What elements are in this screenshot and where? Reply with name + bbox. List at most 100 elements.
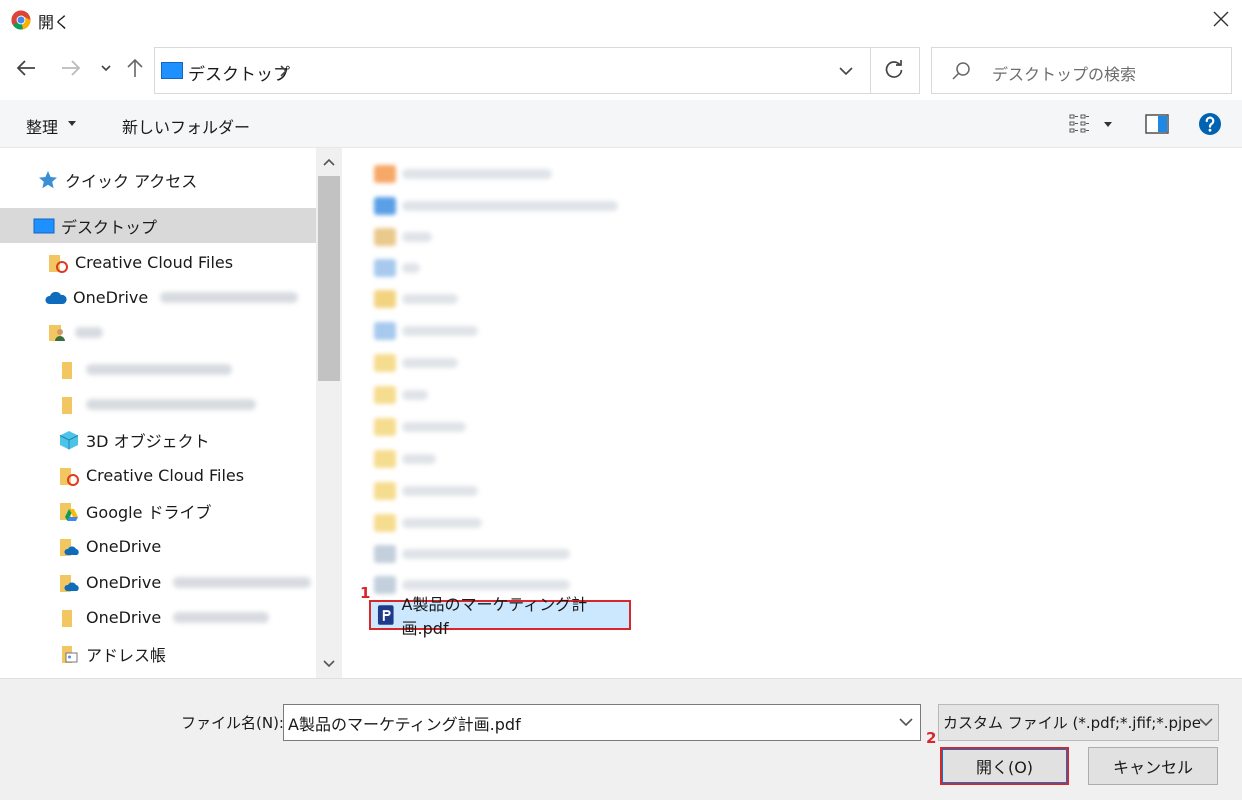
blurred-account-text xyxy=(173,577,312,588)
file-type-select[interactable]: カスタム ファイル (*.pdf;*.jfif;*.pjpe xyxy=(938,704,1219,741)
folder-icon xyxy=(62,361,72,379)
blurred-file-name xyxy=(402,486,478,496)
forward-button[interactable] xyxy=(57,54,85,82)
list-item[interactable] xyxy=(374,478,478,504)
folder-icon xyxy=(374,418,396,436)
list-item[interactable] xyxy=(374,224,432,250)
cancel-button[interactable]: キャンセル xyxy=(1088,747,1218,785)
chevron-down-icon[interactable] xyxy=(896,712,916,732)
list-item[interactable] xyxy=(374,350,458,376)
onedrive-folder-icon xyxy=(60,538,79,556)
cancel-button-label: キャンセル xyxy=(1112,758,1193,777)
help-icon[interactable] xyxy=(1198,112,1222,136)
address-location[interactable]: デスクトップ xyxy=(188,60,290,85)
tree-item-onedrive[interactable]: OneDrive xyxy=(0,600,316,635)
folder-icon xyxy=(374,354,396,372)
navigation-scrollbar[interactable] xyxy=(316,148,342,678)
tree-item-user-folder[interactable] xyxy=(0,315,316,350)
tree-item-label: OneDrive xyxy=(86,537,162,556)
network-icon xyxy=(374,322,396,340)
image-file-icon xyxy=(374,576,396,594)
tree-item-folder[interactable] xyxy=(0,352,316,387)
contacts-folder-icon xyxy=(62,645,78,663)
chevron-right-icon[interactable] xyxy=(277,62,291,80)
creative-cloud-folder-icon xyxy=(374,165,396,183)
recent-locations-button[interactable] xyxy=(92,54,120,82)
list-item[interactable] xyxy=(374,193,618,219)
command-bar: 整理 新しいフォルダー xyxy=(0,100,1242,148)
onedrive-cloud-icon xyxy=(374,197,396,215)
scrollbar-thumb[interactable] xyxy=(318,176,340,381)
tree-item-folder[interactable] xyxy=(0,387,316,422)
tree-item-label: アドレス帳 xyxy=(86,645,167,665)
navigation-row: デスクトップ デスクトップの検索 xyxy=(0,40,1242,100)
scroll-up-icon[interactable] xyxy=(322,156,336,170)
desktop-icon xyxy=(161,62,183,79)
blurred-file-name xyxy=(402,263,420,273)
search-box[interactable]: デスクトップの検索 xyxy=(931,47,1232,94)
window-title: 開く xyxy=(38,13,71,32)
user-folder-icon xyxy=(374,228,396,246)
tree-item-creative-cloud[interactable]: Creative Cloud Files xyxy=(0,245,316,280)
3d-objects-icon xyxy=(59,430,79,449)
address-dropdown-icon[interactable] xyxy=(836,61,856,81)
preview-pane-icon[interactable] xyxy=(1145,114,1169,134)
google-drive-folder-icon xyxy=(60,502,78,521)
tree-item-onedrive[interactable]: OneDrive xyxy=(0,529,316,564)
forward-arrow-icon xyxy=(62,60,81,76)
scroll-down-icon[interactable] xyxy=(322,656,336,670)
open-button[interactable]: 開く(O) xyxy=(940,747,1069,785)
chevron-down-icon[interactable] xyxy=(1196,712,1216,732)
blurred-file-name xyxy=(402,201,618,211)
folder-icon xyxy=(374,482,396,500)
tree-item-contacts[interactable]: アドレス帳 xyxy=(0,636,316,671)
close-icon[interactable] xyxy=(1208,6,1234,32)
blurred-account-text xyxy=(160,292,299,303)
blurred-folder-name xyxy=(86,399,256,410)
file-type-value: カスタム ファイル (*.pdf;*.jfif;*.pjpe xyxy=(943,714,1201,732)
list-item[interactable] xyxy=(374,161,552,187)
up-button[interactable] xyxy=(121,54,149,82)
list-item[interactable] xyxy=(374,255,420,281)
list-item[interactable] xyxy=(374,414,466,440)
tree-item-onedrive[interactable]: OneDrive xyxy=(0,280,316,315)
desktop-icon xyxy=(33,218,55,233)
image-file-icon xyxy=(374,545,396,563)
user-folder-icon xyxy=(49,324,65,341)
tree-item-label: 3D オブジェクト xyxy=(86,431,210,451)
tree-item-desktop[interactable]: デスクトップ xyxy=(0,208,316,243)
dialog-footer: ファイル名(N): A製品のマーケティング計画.pdf カスタム ファイル (*… xyxy=(0,678,1242,800)
list-item[interactable] xyxy=(374,446,436,472)
tree-item-3d-objects[interactable]: 3D オブジェクト xyxy=(0,422,316,457)
list-item[interactable] xyxy=(374,382,428,408)
address-bar[interactable]: デスクトップ xyxy=(154,47,920,94)
address-divider xyxy=(870,48,871,93)
tree-item-onedrive[interactable]: OneDrive xyxy=(0,565,316,600)
open-button-label: 開く(O) xyxy=(975,758,1034,777)
new-folder-button[interactable]: 新しいフォルダー xyxy=(122,114,250,138)
caret-down-icon[interactable] xyxy=(68,121,76,126)
search-input[interactable]: デスクトップの検索 xyxy=(992,61,1136,85)
refresh-icon[interactable] xyxy=(883,59,905,81)
library-folder-icon xyxy=(374,290,396,308)
blurred-file-name xyxy=(402,294,458,304)
selected-file-item[interactable]: A製品のマーケティング計画.pdf xyxy=(369,595,631,638)
tree-item-google-drive[interactable]: Google ドライブ xyxy=(0,493,316,528)
organize-button[interactable]: 整理 xyxy=(26,114,58,138)
onedrive-cloud-icon xyxy=(45,291,67,304)
tree-item-creative-cloud[interactable]: Creative Cloud Files xyxy=(0,458,316,493)
tree-item-quick-access[interactable]: クイック アクセス xyxy=(0,162,316,197)
tree-item-label: OneDrive xyxy=(86,573,162,592)
caret-down-icon[interactable] xyxy=(1104,122,1112,127)
network-icon xyxy=(374,259,396,277)
file-name-field[interactable]: A製品のマーケティング計画.pdf xyxy=(283,704,921,741)
back-arrow-icon xyxy=(16,60,35,76)
list-item[interactable] xyxy=(374,510,482,536)
list-item[interactable] xyxy=(374,541,570,567)
view-options-icon[interactable] xyxy=(1068,112,1092,136)
list-item[interactable] xyxy=(374,318,478,344)
blurred-account-text xyxy=(173,612,270,623)
list-item[interactable] xyxy=(374,286,458,312)
folder-icon xyxy=(374,514,396,532)
back-button[interactable] xyxy=(12,54,40,82)
